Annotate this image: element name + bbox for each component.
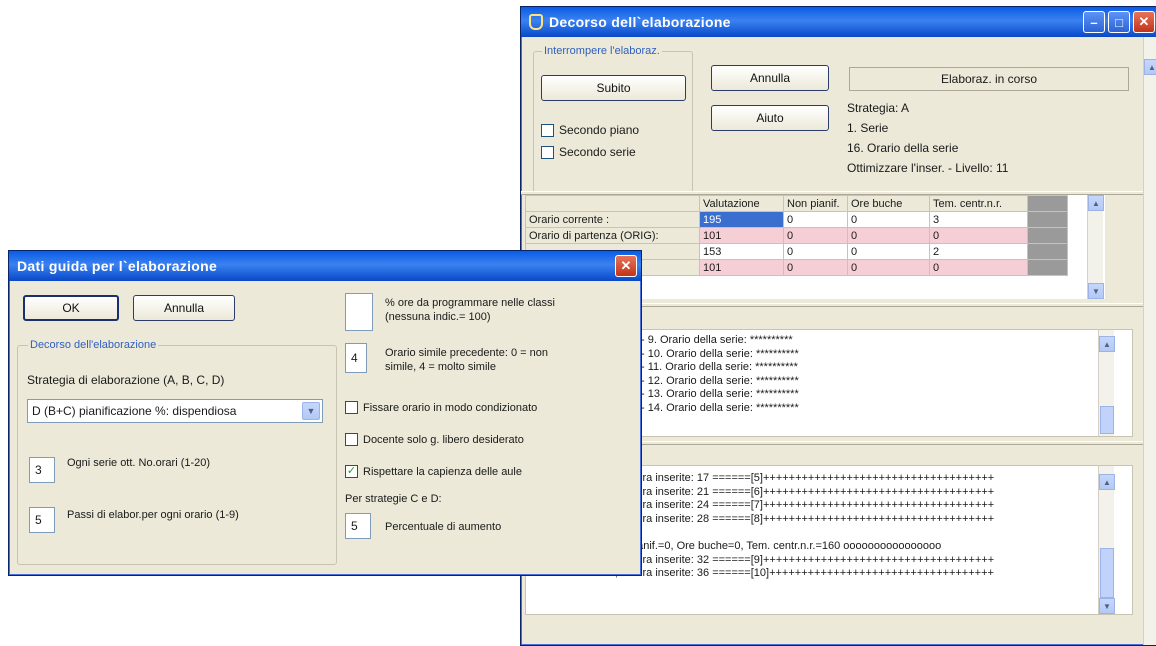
table-cell[interactable]: 153 [699, 243, 784, 260]
similar-input[interactable]: 4 [345, 343, 367, 373]
table-cell[interactable]: 0 [783, 227, 848, 244]
info-orario: 16. Orario della serie [847, 141, 959, 155]
pct-label-2: (nessuna indic.= 100) [385, 311, 491, 323]
perc-input[interactable]: 5 [345, 513, 371, 539]
checkbox-icon [541, 145, 554, 159]
status-field: Elaboraz. in corso [849, 67, 1129, 91]
table-cell[interactable]: 0 [847, 211, 930, 228]
dialog-title: Dati guida per l`elaborazione [17, 258, 218, 274]
strategy-select[interactable]: D (B+C) pianificazione %: dispendiosa ▼ [27, 399, 323, 423]
interrupt-group-title: Interrompere l'elaboraz. [544, 45, 660, 57]
table-cell[interactable]: 0 [847, 227, 930, 244]
table-cell[interactable]: 0 [847, 243, 930, 260]
series-label: Ogni serie ott. No.orari (1-20) [67, 457, 211, 469]
row-label: Orario di partenza (ORIG): [525, 227, 700, 244]
table-gray-cell [1027, 243, 1068, 260]
close-icon[interactable]: ✕ [1133, 11, 1155, 33]
window-scrollbar[interactable]: ▲ [1143, 37, 1156, 645]
log1-scrollbar[interactable]: ▲ [1098, 330, 1115, 436]
aule-checkbox[interactable]: ✓ Rispettare la capienza delle aule [345, 465, 522, 478]
table-header-empty [525, 195, 700, 212]
pct-input[interactable] [345, 293, 373, 331]
dialog-titlebar[interactable]: Dati guida per l`elaborazione [9, 251, 641, 281]
similar-label-1: Orario simile precedente: 0 = non [385, 347, 548, 359]
table-header: Ore buche [847, 195, 930, 212]
checkbox-icon [345, 433, 358, 446]
table-cell[interactable]: 2 [929, 243, 1028, 260]
table-cell[interactable]: 101 [699, 227, 784, 244]
table-cell[interactable]: 0 [783, 259, 848, 276]
passi-input[interactable]: 5 [29, 507, 55, 533]
table-gray-cell [1027, 259, 1068, 276]
scroll-down-icon[interactable]: ▼ [1099, 598, 1115, 614]
decorso-group-title: Decorso dell'elaborazione [30, 339, 157, 351]
scroll-up-icon[interactable]: ▲ [1144, 59, 1156, 75]
scroll-thumb[interactable] [1100, 406, 1114, 434]
table-gray-cell [1027, 227, 1068, 244]
subito-button[interactable]: Subito [541, 75, 686, 101]
table-cell[interactable]: 101 [699, 259, 784, 276]
fix-checkbox[interactable]: Fissare orario in modo condizionato [345, 401, 537, 414]
progress-window-titlebar[interactable]: Decorso dell`elaborazione [521, 7, 1156, 37]
annulla-button[interactable]: Annulla [133, 295, 235, 321]
maximize-icon[interactable]: □ [1108, 11, 1130, 33]
row-label: Orario corrente : [525, 211, 700, 228]
table-scrollbar[interactable]: ▲ ▼ [1087, 195, 1104, 299]
table-cell[interactable]: 3 [929, 211, 1028, 228]
aiuto-button[interactable]: Aiuto [711, 105, 829, 131]
table-cell[interactable]: 0 [929, 259, 1028, 276]
table-header: Tem. centr.n.r. [929, 195, 1028, 212]
strategie-cd-label: Per strategie C e D: [345, 493, 442, 505]
scroll-up-icon[interactable]: ▲ [1088, 195, 1104, 211]
table-cell[interactable]: 0 [783, 243, 848, 260]
scroll-thumb[interactable] [1100, 548, 1114, 598]
table-row[interactable]: Orario di partenza (ORIG): 101 0 0 0 [525, 227, 1068, 244]
chevron-down-icon[interactable]: ▼ [302, 402, 320, 420]
table-header: Valutazione [699, 195, 784, 212]
table-header: Non pianif. [783, 195, 848, 212]
table-cell[interactable]: 0 [783, 211, 848, 228]
table-cell[interactable]: 195 [699, 211, 784, 228]
close-icon[interactable]: ✕ [615, 255, 637, 277]
table-header-row: Valutazione Non pianif. Ore buche Tem. c… [525, 195, 1068, 212]
window-title: Decorso dell`elaborazione [549, 14, 731, 30]
checkmark-icon: ✓ [345, 465, 358, 478]
info-series: 1. Serie [847, 121, 889, 135]
scroll-up-icon[interactable]: ▲ [1099, 474, 1115, 490]
table-gray-cell [1027, 211, 1068, 228]
pct-label-1: % ore da programmare nelle classi [385, 297, 555, 309]
annulla-button[interactable]: Annulla [711, 65, 829, 91]
series-input[interactable]: 3 [29, 457, 55, 483]
strategy-label: Strategia di elaborazione (A, B, C, D) [27, 373, 225, 387]
scroll-up-icon[interactable]: ▲ [1099, 336, 1115, 352]
ok-button[interactable]: OK [23, 295, 119, 321]
perc-label: Percentuale di aumento [385, 521, 502, 533]
checkbox-icon [541, 123, 554, 137]
passi-label: Passi di elabor.per ogni orario (1-9) [67, 509, 239, 521]
docente-checkbox[interactable]: Docente solo g. libero desiderato [345, 433, 524, 446]
table-cell[interactable]: 0 [847, 259, 930, 276]
dialog-window: Dati guida per l`elaborazione ✕ OK Annul… [8, 250, 642, 576]
info-strategy: Strategia: A [847, 101, 910, 115]
log2-scrollbar[interactable]: ▲ ▼ [1098, 466, 1115, 614]
info-level: Ottimizzare l'inser. - Livello: 11 [847, 161, 1009, 175]
table-gray-column [1027, 195, 1068, 212]
secondo-serie-checkbox[interactable]: Secondo serie [541, 145, 636, 159]
app-icon [529, 14, 543, 30]
table-cell[interactable]: 0 [929, 227, 1028, 244]
similar-label-2: simile, 4 = molto simile [385, 361, 496, 373]
checkbox-icon [345, 401, 358, 414]
table-row[interactable]: Orario corrente : 195 0 0 3 [525, 211, 1068, 228]
secondo-piano-checkbox[interactable]: Secondo piano [541, 123, 639, 137]
minimize-icon[interactable]: – [1083, 11, 1105, 33]
interrupt-group: Interrompere l'elaboraz. [533, 45, 693, 193]
scroll-down-icon[interactable]: ▼ [1088, 283, 1104, 299]
